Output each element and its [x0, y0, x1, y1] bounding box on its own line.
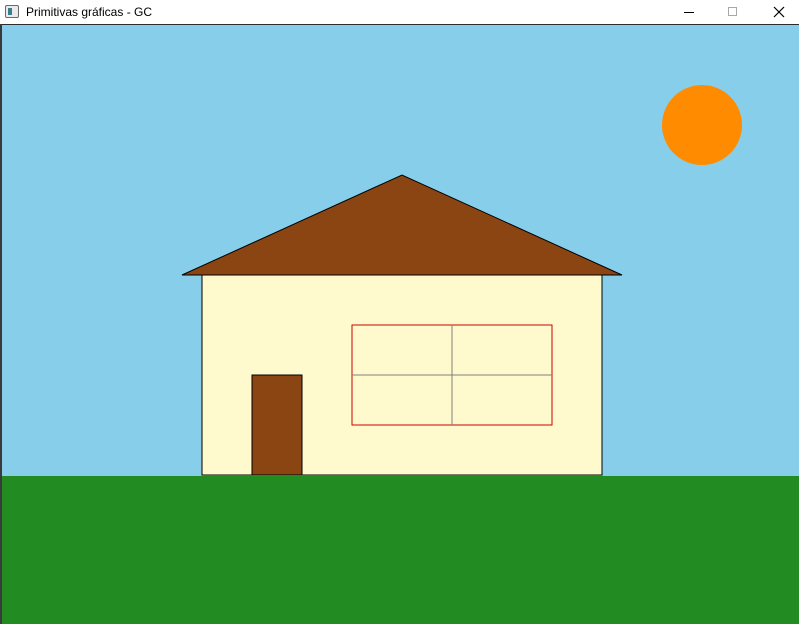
maximize-button[interactable]	[710, 0, 756, 24]
sun	[662, 85, 742, 165]
app-icon-pane	[8, 8, 12, 15]
app-window-icon	[5, 5, 19, 18]
close-icon	[773, 6, 785, 18]
minimize-button[interactable]	[665, 0, 711, 24]
grass	[2, 476, 799, 624]
title-bar[interactable]: Primitivas gráficas - GC	[0, 0, 799, 24]
scene-svg	[2, 25, 799, 624]
maximize-icon	[728, 7, 737, 16]
minimize-icon	[684, 12, 694, 13]
app-window: Primitivas gráficas - GC	[0, 0, 799, 624]
house-door	[251, 374, 303, 476]
drawing-canvas[interactable]	[2, 25, 799, 624]
window-title: Primitivas gráficas - GC	[26, 5, 153, 19]
close-button[interactable]	[756, 0, 799, 24]
